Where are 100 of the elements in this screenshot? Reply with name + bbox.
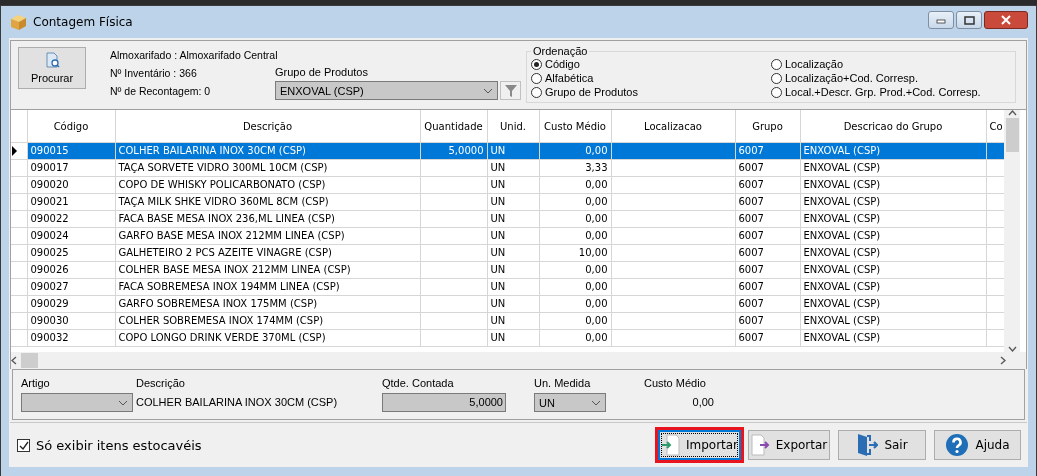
maximize-icon xyxy=(963,15,975,25)
table-cell: 090021 xyxy=(27,193,115,211)
table-cell: GARFO SOBREMESA INOX 175MM (CSP) xyxy=(115,295,420,313)
table-cell: GARFO BASE MESA INOX 212MM LINEA (CSP) xyxy=(115,227,420,245)
sort-radio[interactable]: Localização+Cod. Corresp. xyxy=(771,71,1011,85)
action-button[interactable]: Importar xyxy=(658,430,741,460)
table-cell: 6007 xyxy=(735,261,800,279)
sort-radio[interactable]: Localização xyxy=(771,57,1011,71)
search-button[interactable]: Procurar xyxy=(18,47,86,89)
table-cell: FACA BASE MESA INOX 236,ML LINEA (CSP) xyxy=(115,210,420,228)
window-title: Contagem Física xyxy=(33,15,134,29)
average-cost-value: 0,00 xyxy=(692,395,714,410)
table-cell: UN xyxy=(487,312,539,330)
field-label: Grupo de Produtos xyxy=(275,66,369,78)
table-cell: ENXOVAL (CSP) xyxy=(800,210,986,228)
table-cell xyxy=(420,329,487,347)
table-cell: 090032 xyxy=(27,329,115,347)
info-text: Almoxarifado : Almoxarifado Central xyxy=(110,49,275,61)
maximize-button[interactable] xyxy=(956,11,982,29)
table-cell: 6007 xyxy=(735,312,800,330)
horizontal-scrollbar[interactable] xyxy=(11,352,1026,369)
sort-radio[interactable]: Código xyxy=(531,57,771,71)
table-cell: ENXOVAL (CSP) xyxy=(800,278,986,296)
radio-icon[interactable] xyxy=(531,86,542,98)
minimize-button[interactable] xyxy=(928,11,954,29)
action-button[interactable]: Exportar xyxy=(748,430,830,460)
field-label: Custo Médio xyxy=(644,377,706,389)
table-cell: UN xyxy=(487,193,539,211)
scrollbar-thumb[interactable] xyxy=(1005,118,1019,152)
table-cell: 0,00 xyxy=(539,176,611,194)
info-text: Nº de Recontagem: 0 xyxy=(110,85,212,97)
table-cell: 0,00 xyxy=(539,278,611,296)
radio-icon[interactable] xyxy=(531,72,542,84)
column-header[interactable]: Localizacao xyxy=(611,110,735,143)
radio-icon[interactable] xyxy=(531,58,542,70)
description-value: COLHER BAILARINA INOX 30CM (CSP) xyxy=(136,395,339,410)
scrollbar-thumb[interactable] xyxy=(21,353,38,368)
column-header[interactable]: Descrição xyxy=(115,110,420,143)
action-button[interactable]: Sair xyxy=(838,430,926,460)
table-cell: COPO LONGO DRINK VERDE 370ML (CSP) xyxy=(115,329,420,347)
checkbox-label[interactable]: Só exibir itens estocavéis xyxy=(36,437,202,453)
field-label: Un. Medida xyxy=(534,377,592,389)
column-header[interactable]: Custo Médio xyxy=(539,110,611,143)
help-icon xyxy=(945,433,970,457)
action-button[interactable]: Ajuda xyxy=(934,430,1021,460)
table-cell xyxy=(420,312,487,330)
table-cell: 090017 xyxy=(27,159,115,177)
radio-icon[interactable] xyxy=(771,58,782,70)
chevron-down-icon xyxy=(483,87,493,94)
table-cell: UN xyxy=(487,244,539,262)
table-cell: 6007 xyxy=(735,210,800,228)
table-cell: 0,00 xyxy=(539,329,611,347)
article-dropdown[interactable] xyxy=(21,393,133,412)
table-cell: 6007 xyxy=(735,278,800,296)
group-title: Ordenação xyxy=(532,45,589,57)
column-header[interactable]: Quantidade xyxy=(420,110,487,143)
field-label: Qtde. Contada xyxy=(382,377,455,389)
table-cell: 0,00 xyxy=(539,193,611,211)
table-cell: 6007 xyxy=(735,227,800,245)
radio-icon[interactable] xyxy=(771,72,782,84)
table-cell: 0,00 xyxy=(539,261,611,279)
sort-radio[interactable]: Alfabética xyxy=(531,71,771,85)
vertical-scrollbar[interactable] xyxy=(1004,110,1020,352)
product-group-dropdown[interactable]: ENXOVAL (CSP) xyxy=(275,81,498,100)
info-text: Nº Inventário : 366 xyxy=(110,67,198,79)
column-header[interactable]: Grupo xyxy=(735,110,800,143)
column-header[interactable]: Unid. xyxy=(487,110,539,143)
table-cell: UN xyxy=(487,261,539,279)
close-button[interactable] xyxy=(984,11,1028,29)
table-cell: 6007 xyxy=(735,295,800,313)
table-cell: COLHER BASE MESA INOX 212MM LINEA (CSP) xyxy=(115,261,420,279)
table-cell: ENXOVAL (CSP) xyxy=(800,159,986,177)
table-cell: ENXOVAL (CSP) xyxy=(800,227,986,245)
unit-dropdown[interactable]: UN xyxy=(534,393,606,412)
table-cell: 090025 xyxy=(27,244,115,262)
table-cell: 6007 xyxy=(735,176,800,194)
field-label: Descrição xyxy=(136,377,186,389)
table-cell: 090020 xyxy=(27,176,115,194)
chevron-down-icon xyxy=(118,399,128,406)
table-cell: COPO DE WHISKY POLICARBONATO (CSP) xyxy=(115,176,420,194)
close-icon xyxy=(1001,15,1011,25)
filter-button[interactable] xyxy=(500,81,521,100)
table-cell: ENXOVAL (CSP) xyxy=(800,244,986,262)
table-cell: 090024 xyxy=(27,227,115,245)
counted-quantity-field[interactable]: 5,0000 xyxy=(382,393,506,412)
table-cell: 090022 xyxy=(27,210,115,228)
column-header[interactable]: Descricao do Grupo xyxy=(800,110,986,143)
table-cell: TAÇA SORVETE VIDRO 300ML 10CM (CSP) xyxy=(115,159,420,177)
radio-icon[interactable] xyxy=(771,86,782,98)
table-cell xyxy=(420,193,487,211)
sort-radio[interactable]: Local.+Descr. Grp. Prod.+Cod. Corresp. xyxy=(771,85,1011,99)
table-cell: 0,00 xyxy=(539,210,611,228)
table-cell: 090029 xyxy=(27,295,115,313)
document-arrow-icon xyxy=(750,434,770,456)
document-search-icon xyxy=(44,52,60,68)
sort-radio[interactable]: Grupo de Produtos xyxy=(531,85,771,99)
table-cell: UN xyxy=(487,329,539,347)
chevron-right-icon xyxy=(1000,356,1006,365)
column-header[interactable]: Código xyxy=(27,110,115,143)
checkbox[interactable] xyxy=(17,438,30,452)
